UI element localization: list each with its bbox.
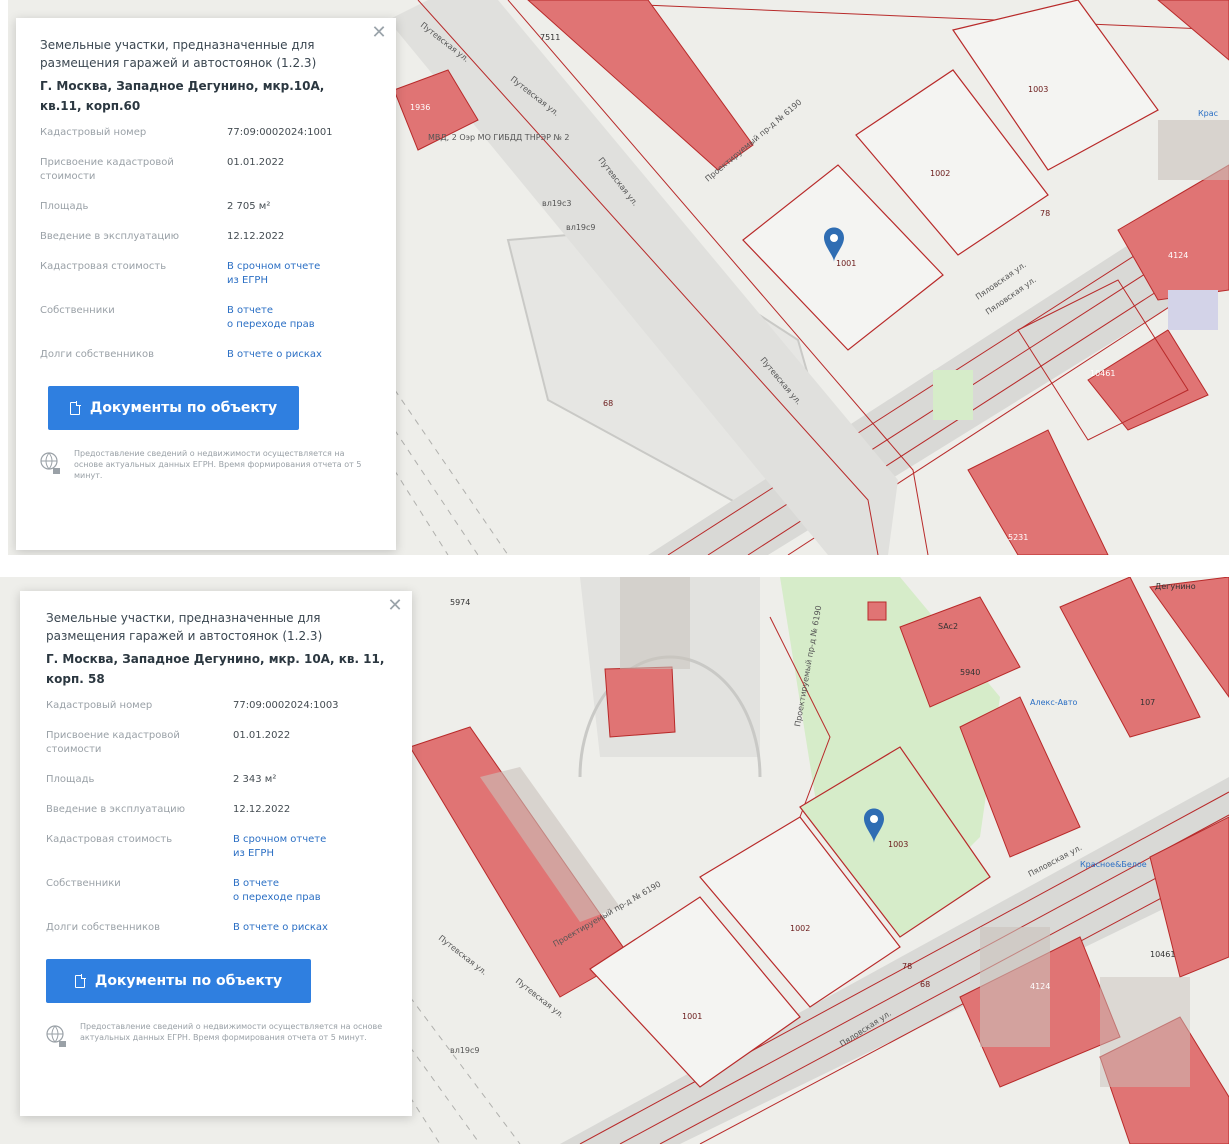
info-row-cadastral-value: Кадастровая стоимость В срочном отчете из…	[40, 260, 321, 288]
info-row-owners: Собственники В отчете о переходе прав	[40, 304, 315, 332]
rights-transfer-report-link[interactable]: В отчете о переходе прав	[233, 877, 321, 905]
label-1002: 1002	[790, 924, 810, 933]
label-1936: 1936	[410, 103, 430, 112]
vl-label: вл19с3	[542, 199, 572, 208]
globe-lock-icon	[40, 452, 60, 474]
label-5974: 5974	[450, 598, 470, 607]
label-107: 107	[1140, 698, 1155, 707]
object-info-card: ✕ Земельные участки, предназначенные для…	[20, 591, 412, 1116]
label-68: 68	[603, 399, 613, 408]
object-category: Земельные участки, предназначенные для р…	[40, 38, 317, 70]
label-1001: 1001	[836, 259, 856, 268]
label-4124: 4124	[1168, 251, 1188, 260]
label-1003: 1003	[888, 840, 908, 849]
label-7511: 7511	[540, 33, 560, 42]
object-documents-button[interactable]: Документы по объекту	[46, 959, 311, 1003]
vl-label: вл19с9	[450, 1046, 480, 1055]
info-row-commissioning: Введение в эксплуатацию 12.12.2022	[46, 804, 291, 815]
document-icon	[74, 973, 86, 988]
info-row-area: Площадь 2 343 м²	[46, 774, 277, 785]
risk-report-link[interactable]: В отчете о рисках	[227, 348, 322, 362]
label-4124: 4124	[1030, 982, 1050, 991]
poi-label: Красное&Белое	[1080, 860, 1147, 869]
info-row-owners: Собственники В отчете о переходе прав	[46, 877, 321, 905]
info-row-commissioning: Введение в эксплуатацию 12.12.2022	[40, 231, 285, 242]
rights-transfer-report-link[interactable]: В отчете о переходе прав	[227, 304, 315, 332]
label-5940: 5940	[960, 668, 980, 677]
info-row-area: Площадь 2 705 м²	[40, 201, 271, 212]
close-icon[interactable]: ✕	[386, 597, 404, 615]
label-5231: 5231	[1008, 533, 1028, 542]
map-panel-2[interactable]: 1001 1002 1003 68 78 5974 5940 10461 412…	[0, 577, 1229, 1144]
info-row-owner-debts: Долги собственников В отчете о рисках	[46, 921, 328, 935]
object-address: Г. Москва, Западное Дегунино, мкр.10А, к…	[40, 79, 325, 113]
map-panel-1[interactable]: 1001 1002 1003 68 78 7511 10461 4124 523…	[8, 0, 1229, 555]
info-row-cadastral-number: Кадастровый номер 77:09:0002024:1001	[40, 127, 333, 138]
label-1002: 1002	[930, 169, 950, 178]
info-row-valuation-date: Присвоение кадастровой стоимости 01.01.2…	[40, 157, 285, 182]
label-10461: 10461	[1090, 369, 1115, 378]
urgent-report-link[interactable]: В срочном отчете из ЕГРН	[233, 833, 326, 861]
label-78: 78	[902, 962, 912, 971]
object-address: Г. Москва, Западное Дегунино, мкр. 10А, …	[46, 652, 385, 686]
poi-label: МВД, 2 Оэр МО ГИБДД ТНРЭР № 2	[428, 133, 569, 142]
risk-report-link[interactable]: В отчете о рисках	[233, 921, 328, 935]
info-row-owner-debts: Долги собственников В отчете о рисках	[40, 348, 322, 362]
label-78: 78	[1040, 209, 1050, 218]
poi-label: Дегунино	[1155, 582, 1196, 591]
object-info-card: ✕ Земельные участки, предназначенные для…	[16, 18, 396, 550]
poi-label: Крас	[1198, 109, 1218, 118]
poi-label: SAc2	[938, 622, 958, 631]
object-category: Земельные участки, предназначенные для р…	[46, 611, 323, 643]
label-10461: 10461	[1150, 950, 1175, 959]
info-row-cadastral-number: Кадастровый номер 77:09:0002024:1003	[46, 700, 339, 711]
label-1003: 1003	[1028, 85, 1048, 94]
label-68: 68	[920, 980, 930, 989]
poi-label: Алекс-Авто	[1030, 698, 1077, 707]
globe-lock-icon	[46, 1025, 66, 1047]
close-icon[interactable]: ✕	[370, 24, 388, 42]
urgent-report-link[interactable]: В срочном отчете из ЕГРН	[227, 260, 320, 288]
document-icon	[69, 400, 81, 415]
info-row-cadastral-value: Кадастровая стоимость В срочном отчете из…	[46, 833, 327, 861]
info-row-valuation-date: Присвоение кадастровой стоимости 01.01.2…	[46, 730, 291, 755]
info-note: Предоставление сведений о недвижимости о…	[46, 1021, 386, 1051]
object-documents-button[interactable]: Документы по объекту	[48, 386, 299, 430]
label-1001: 1001	[682, 1012, 702, 1021]
vl-label: вл19с9	[566, 223, 596, 232]
info-note: Предоставление сведений о недвижимости о…	[40, 448, 370, 481]
